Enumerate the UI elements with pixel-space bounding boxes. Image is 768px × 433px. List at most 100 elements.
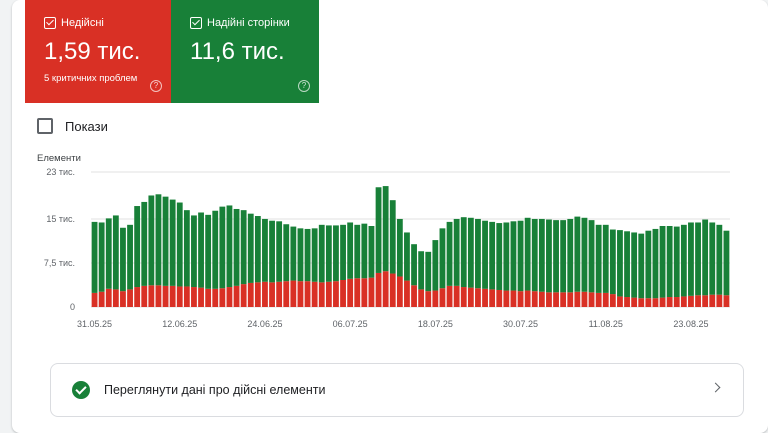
bar-invalid	[191, 287, 197, 307]
bar-valid	[574, 216, 581, 292]
bar-valid	[325, 225, 332, 282]
impressions-toggle[interactable]: Покази	[37, 117, 108, 135]
chevron-right-icon[interactable]	[710, 382, 721, 393]
x-tick-label: 30.07.25	[503, 319, 538, 329]
bar-valid	[695, 222, 701, 296]
bar-invalid	[460, 287, 467, 307]
bar-valid	[489, 221, 496, 290]
bar-valid	[638, 233, 645, 299]
bar-invalid	[666, 297, 673, 307]
bar-valid	[602, 224, 609, 293]
bar-valid	[389, 200, 396, 274]
bar-valid	[91, 221, 98, 293]
bar-invalid	[482, 288, 488, 307]
bar-valid	[361, 223, 368, 279]
bar-invalid	[304, 281, 311, 307]
bar-invalid	[325, 281, 332, 307]
bar-valid	[368, 226, 375, 278]
bar-invalid	[290, 280, 297, 307]
bar-valid	[205, 214, 212, 289]
bar-invalid	[368, 277, 375, 307]
bar-invalid	[176, 286, 183, 307]
bar-valid	[482, 220, 488, 289]
bar-invalid	[233, 285, 240, 307]
check-circle-icon	[72, 381, 90, 399]
bar-invalid	[105, 288, 112, 307]
view-valid-items-row[interactable]: Переглянути дані про дійсні елементи	[50, 363, 744, 417]
bar-valid	[617, 230, 623, 297]
impressions-toggle-label: Покази	[65, 118, 108, 134]
bar-valid	[396, 218, 403, 277]
bar-invalid	[560, 292, 567, 307]
bar-valid	[318, 224, 325, 283]
items-chart-svg: Елементи 0 7,5 тис. 15 тис. 23 тис. 31.05.25 1…	[37, 153, 730, 329]
bar-invalid	[439, 288, 446, 307]
bar-invalid	[638, 298, 645, 307]
bar-invalid	[127, 289, 133, 307]
bar-valid	[467, 217, 474, 288]
bar-invalid	[425, 291, 432, 307]
bar-invalid	[205, 288, 212, 307]
bar-invalid	[602, 292, 609, 307]
bar-invalid	[595, 292, 602, 307]
bar-valid	[510, 221, 517, 291]
valid-summary-card[interactable]: Надійні сторінки 11,6 тис. ?	[171, 0, 319, 103]
bar-valid	[254, 216, 261, 283]
bar-valid	[411, 244, 417, 286]
bar-valid	[404, 232, 410, 281]
checkbox-checked-icon[interactable]	[190, 17, 202, 29]
bar-invalid	[148, 285, 155, 307]
bar-valid	[624, 231, 630, 298]
bar-invalid	[120, 291, 126, 307]
bar-invalid	[283, 281, 290, 307]
bar-invalid	[318, 282, 325, 307]
bar-invalid	[503, 290, 510, 307]
bar-valid	[304, 228, 311, 282]
bar-valid	[340, 224, 346, 280]
bar-invalid	[673, 297, 680, 307]
bar-valid	[382, 186, 389, 272]
help-icon[interactable]: ?	[150, 80, 162, 92]
bar-invalid	[240, 284, 247, 307]
bar-valid	[688, 222, 694, 296]
bar-valid	[269, 220, 275, 283]
x-tick-label: 11.08.25	[589, 319, 623, 329]
bar-valid	[240, 210, 247, 285]
bar-valid	[546, 219, 552, 293]
bar-valid	[311, 228, 318, 282]
bar-valid	[475, 218, 481, 289]
y-tick-label: 0	[70, 302, 75, 312]
bar-valid	[631, 232, 638, 298]
x-tick-label: 24.06.25	[247, 319, 282, 329]
bar-valid	[702, 219, 709, 296]
items-chart: Елементи 0 7,5 тис. 15 тис. 23 тис. 31.05.25 1…	[12, 145, 768, 335]
bar-valid	[418, 251, 425, 290]
bar-valid	[112, 215, 119, 290]
bar-invalid	[446, 285, 453, 307]
checkbox-checked-icon[interactable]	[44, 17, 56, 29]
bar-invalid	[382, 271, 389, 307]
bar-valid	[134, 206, 141, 288]
bar-invalid	[254, 282, 261, 307]
help-icon[interactable]: ?	[298, 80, 310, 92]
bar-invalid	[375, 272, 382, 307]
bar-invalid	[624, 297, 630, 307]
bar-invalid	[581, 291, 588, 307]
bar-invalid	[709, 294, 716, 307]
bar-valid	[233, 208, 240, 286]
bar-invalid	[517, 291, 524, 307]
bar-valid	[496, 223, 503, 290]
bar-invalid	[652, 298, 659, 307]
checkbox-unchecked-icon[interactable]	[37, 118, 53, 134]
bar-invalid	[404, 280, 410, 307]
bar-invalid	[609, 294, 616, 307]
bar-valid	[453, 218, 460, 286]
bar-invalid	[396, 276, 403, 307]
bar-invalid	[141, 285, 148, 307]
bar-valid	[567, 218, 574, 293]
invalid-summary-card[interactable]: Недійсні 1,59 тис. 5 критичних проблем ?	[25, 0, 171, 103]
bar-invalid	[347, 278, 354, 307]
x-tick-label: 12.06.25	[162, 319, 197, 329]
bar-valid	[127, 224, 133, 290]
bar-valid	[333, 225, 339, 282]
